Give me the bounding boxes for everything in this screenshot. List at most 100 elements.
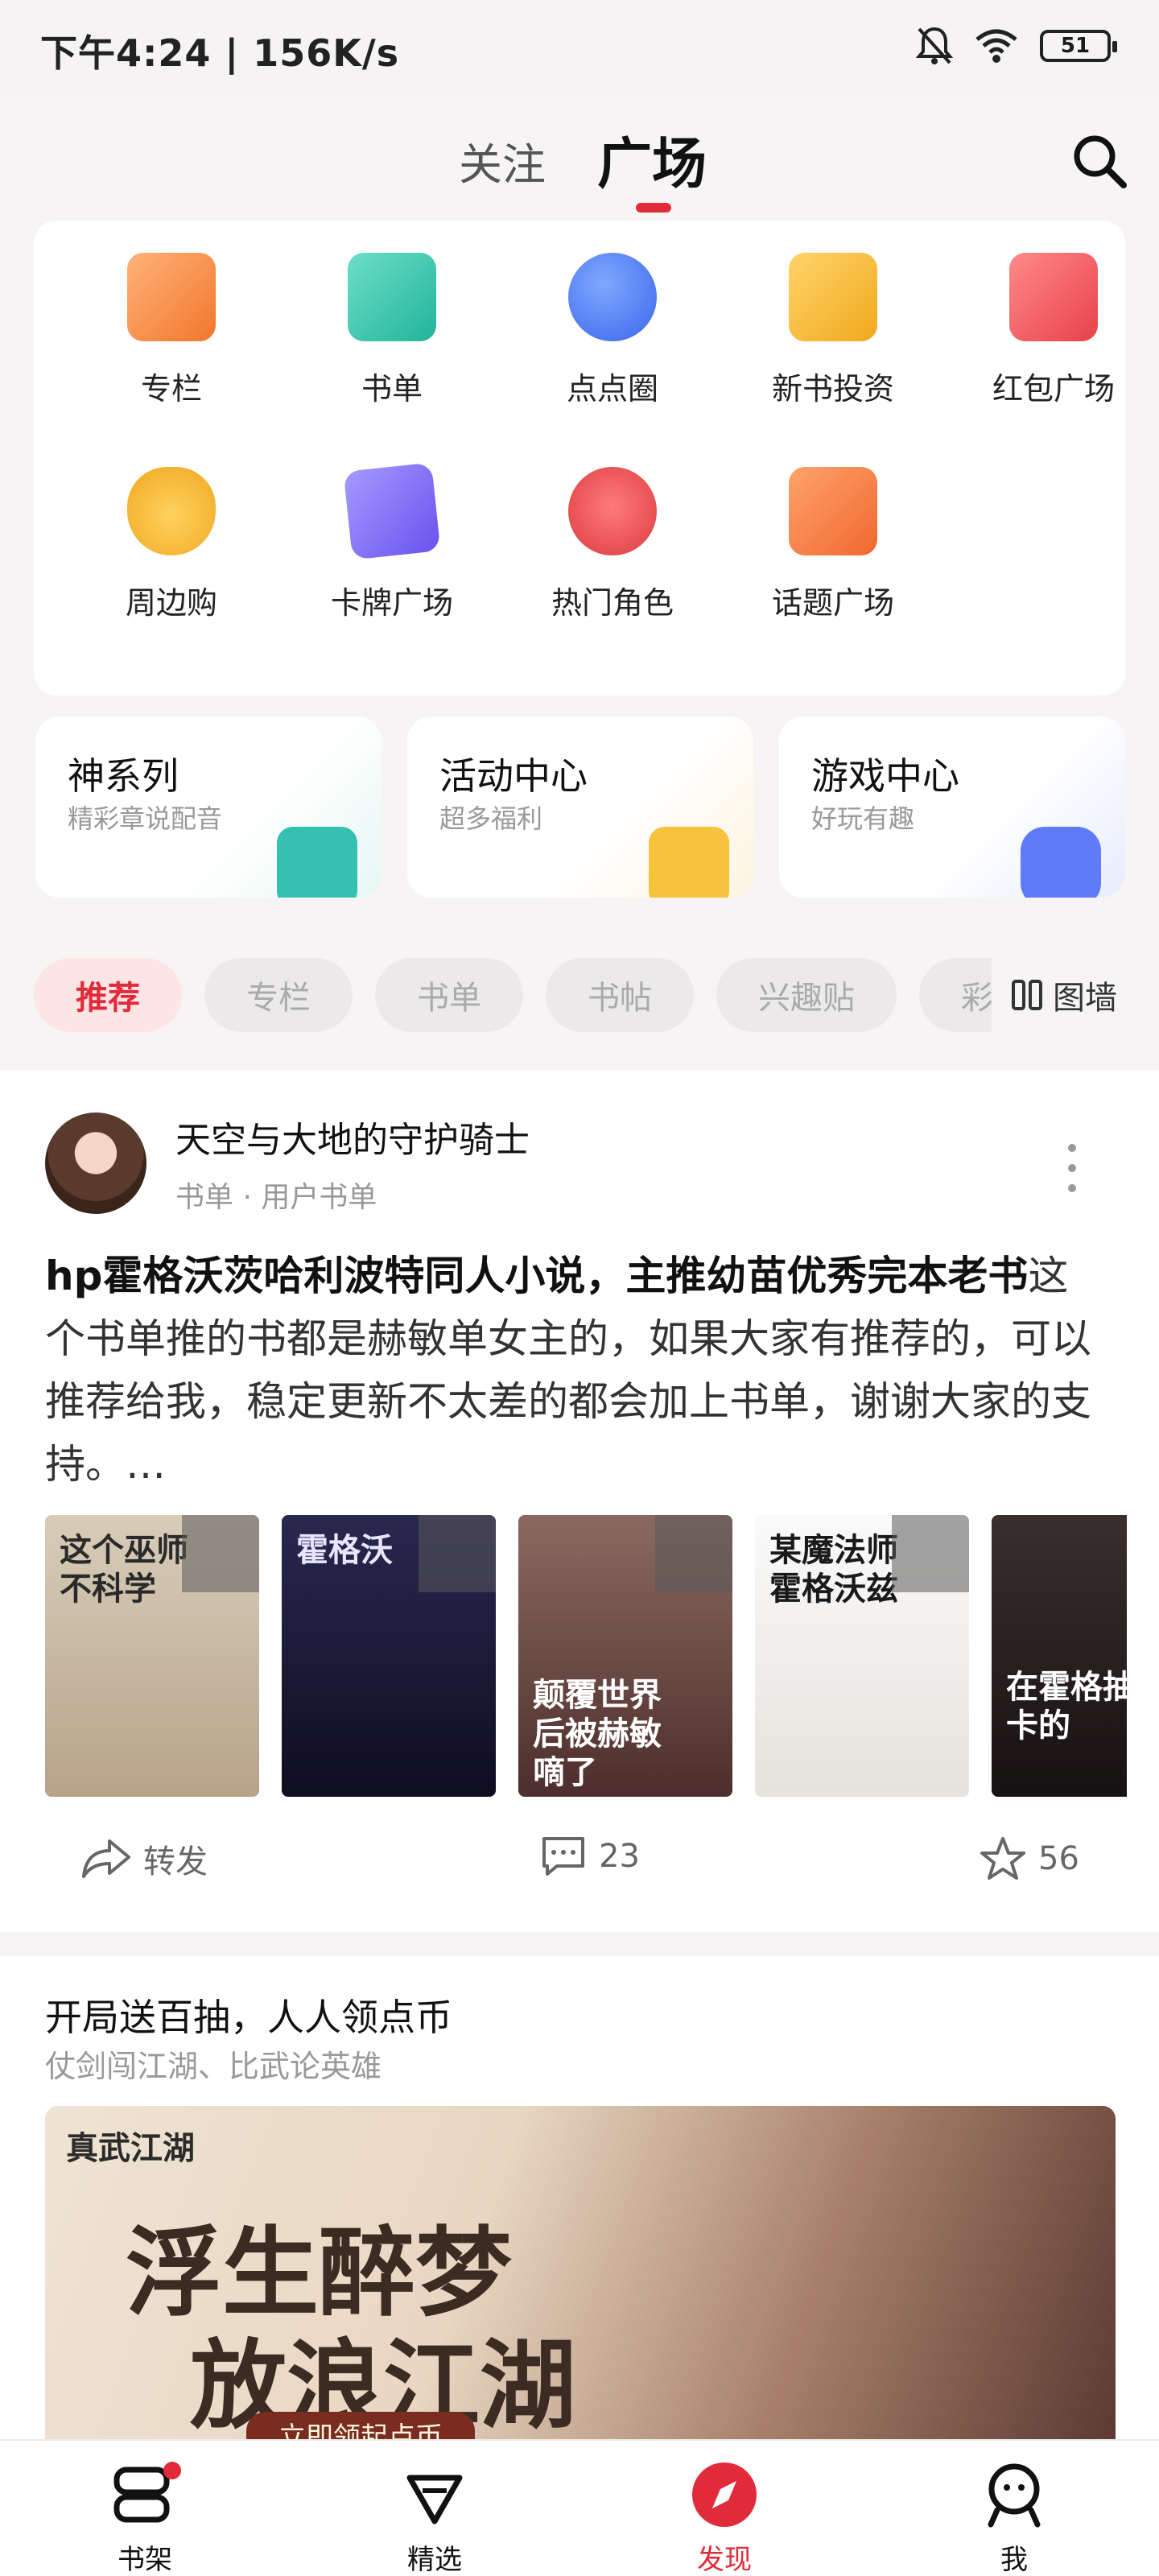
grid-item-cards[interactable]: 卡牌广场 [283,435,501,628]
nav-label: 发现 [697,2544,752,2576]
search-icon[interactable] [1067,129,1132,193]
tab-square[interactable]: 广场 [597,119,707,199]
book-cover[interactable]: 这个巫师不科学 [45,1515,259,1797]
notification-dot [163,2462,181,2479]
picwall-label: 图墙 [1053,980,1117,1017]
book-cover[interactable]: 霍格沃 [282,1515,496,1797]
book-title: 颠覆世界后被赫敏嘀了 [533,1677,662,1791]
share-icon [82,1839,130,1878]
grid-item-circle[interactable]: 点点圈 [504,221,721,414]
entry-grid: 专栏 书单 点点圈 新书投资 红包广场 周边购 卡牌广场 热门角色 话题广场 [34,221,1125,696]
picwall-toggle[interactable]: 图墙 [1011,958,1117,1032]
nav-featured[interactable]: 精选 [338,2441,531,2576]
feature-card-game[interactable]: 游戏中心 好玩有趣 [779,716,1125,898]
feature-subtitle: 好玩有趣 [811,803,915,834]
book-cover[interactable]: 颠覆世界后被赫敏嘀了 [518,1515,732,1797]
promo-title: 开局送百抽，人人领点币 [45,1996,452,2039]
booklist-icon [348,253,436,341]
feature-title: 神系列 [68,754,179,798]
star-count: 56 [1038,1840,1079,1877]
gamepad-icon [1021,827,1101,898]
status-bar: 下午4:24 | 156K/s 51 [0,0,1159,97]
feature-subtitle: 超多福利 [439,803,543,834]
post-actions: 转发 23 56 [0,1819,1159,1900]
star-button[interactable]: 56 [979,1835,1079,1882]
share-label: 转发 [143,1843,208,1880]
profile-icon [978,2458,1050,2531]
promo-subtitle: 仗剑闯江湖、比武论英雄 [45,2049,382,2084]
redpacket-icon [1009,253,1098,341]
share-button[interactable]: 转发 [80,1835,208,1882]
grid-label: 话题广场 [771,585,894,621]
feature-card-activity[interactable]: 活动中心 超多福利 [407,716,753,898]
wifi-icon [975,29,1017,63]
feature-card-god-series[interactable]: 神系列 精彩章说配音 [35,716,382,898]
chip-bookpost[interactable]: 书帖 [546,958,694,1032]
nav-label: 书架 [118,2544,172,2576]
nav-label: 我 [1000,2544,1028,2576]
comment-button[interactable]: 23 [539,1835,640,1877]
chip-column[interactable]: 专栏 [204,958,353,1032]
nav-profile[interactable]: 我 [918,2441,1111,2576]
more-icon[interactable] [1062,1140,1082,1196]
status-time: 下午4:24 | 156K/s [40,31,400,75]
diamond-icon [398,2458,471,2531]
feature-title: 游戏中心 [811,754,959,798]
card-icon [343,462,441,560]
status-icons: 51 [916,26,1117,66]
grid-item-invest[interactable]: 新书投资 [724,221,942,414]
add-to-shelf-icon[interactable] [655,1515,732,1592]
star-icon [980,1837,1025,1880]
chip-recommend[interactable]: 推荐 [34,958,182,1032]
promo-logo: 真武江湖 [66,2130,195,2167]
book-strip: 这个巫师不科学 霍格沃 颠覆世界后被赫敏嘀了 某魔法师霍格沃兹 在霍格抽卡的 [45,1515,1127,1797]
filter-chips: 推荐 专栏 书单 书帖 兴趣贴 彩蛋章 [34,958,992,1032]
chip-easter-egg[interactable]: 彩蛋章 [919,958,992,1032]
tab-follow[interactable]: 关注 [459,129,546,192]
add-to-shelf-icon[interactable] [892,1515,969,1592]
grid-item-column[interactable]: 专栏 [63,221,280,414]
grid-item-booklist[interactable]: 书单 [283,221,501,414]
grid-label: 周边购 [125,585,217,621]
grid-label: 专栏 [140,371,202,407]
feature-title: 活动中心 [439,754,588,798]
promo-cta[interactable]: 立即领起点币 [246,2412,475,2439]
god-series-icon [277,827,357,898]
promo-card[interactable]: 开局送百抽，人人领点币 仗剑闯江湖、比武论英雄 真武江湖 浮生醉梦 放浪江湖 立… [0,1956,1159,2439]
bottom-nav: 书架 精选 发现 我 [0,2439,1159,2576]
grid-item-characters[interactable]: 热门角色 [504,435,721,628]
nav-bookshelf[interactable]: 书架 [48,2441,241,2576]
tab-active-indicator [636,203,671,213]
chip-interest[interactable]: 兴趣贴 [716,958,897,1032]
avatar[interactable] [45,1113,146,1214]
book-cover[interactable]: 在霍格抽卡的 [992,1515,1127,1797]
grid-item-topics[interactable]: 话题广场 [724,435,942,628]
compass-icon [688,2458,761,2531]
mute-bell-icon [916,27,953,64]
post-author[interactable]: 天空与大地的守护骑士 [175,1111,530,1162]
comment-count: 23 [599,1838,640,1875]
add-to-shelf-icon[interactable] [182,1515,259,1592]
grid-label: 热门角色 [551,585,674,621]
nav-discover[interactable]: 发现 [628,2441,821,2576]
battery-indicator: 51 [1040,30,1117,62]
grid-label: 红包广场 [992,371,1115,407]
promo-banner[interactable]: 真武江湖 浮生醉梦 放浪江湖 立即领起点币 [45,2106,1116,2439]
grid-label: 卡牌广场 [330,585,453,621]
grid-item-redpacket[interactable]: 红包广场 [945,221,1159,414]
character-icon [568,467,657,555]
chip-booklist[interactable]: 书单 [375,958,523,1032]
circle-icon [568,253,657,341]
picwall-icon [1012,980,1042,1010]
nav-label: 精选 [407,2544,462,2576]
post-title: hp霍格沃茨哈利波特同人小说，主推幼苗优秀完本老书 [45,1253,1029,1299]
feature-subtitle: 精彩章说配音 [68,803,223,834]
post-text[interactable]: hp霍格沃茨哈利波特同人小说，主推幼苗优秀完本老书这个书单推的书都是赫敏单女主的… [45,1245,1107,1496]
grid-label: 点点圈 [566,371,658,407]
grid-item-merch[interactable]: 周边购 [63,435,280,628]
book-cover[interactable]: 某魔法师霍格沃兹 [755,1515,969,1797]
fox-icon [127,467,216,555]
book-title: 在霍格抽卡的 [1006,1669,1127,1744]
add-to-shelf-icon[interactable] [419,1515,496,1592]
post-meta: 书单 · 用户书单 [175,1181,377,1214]
